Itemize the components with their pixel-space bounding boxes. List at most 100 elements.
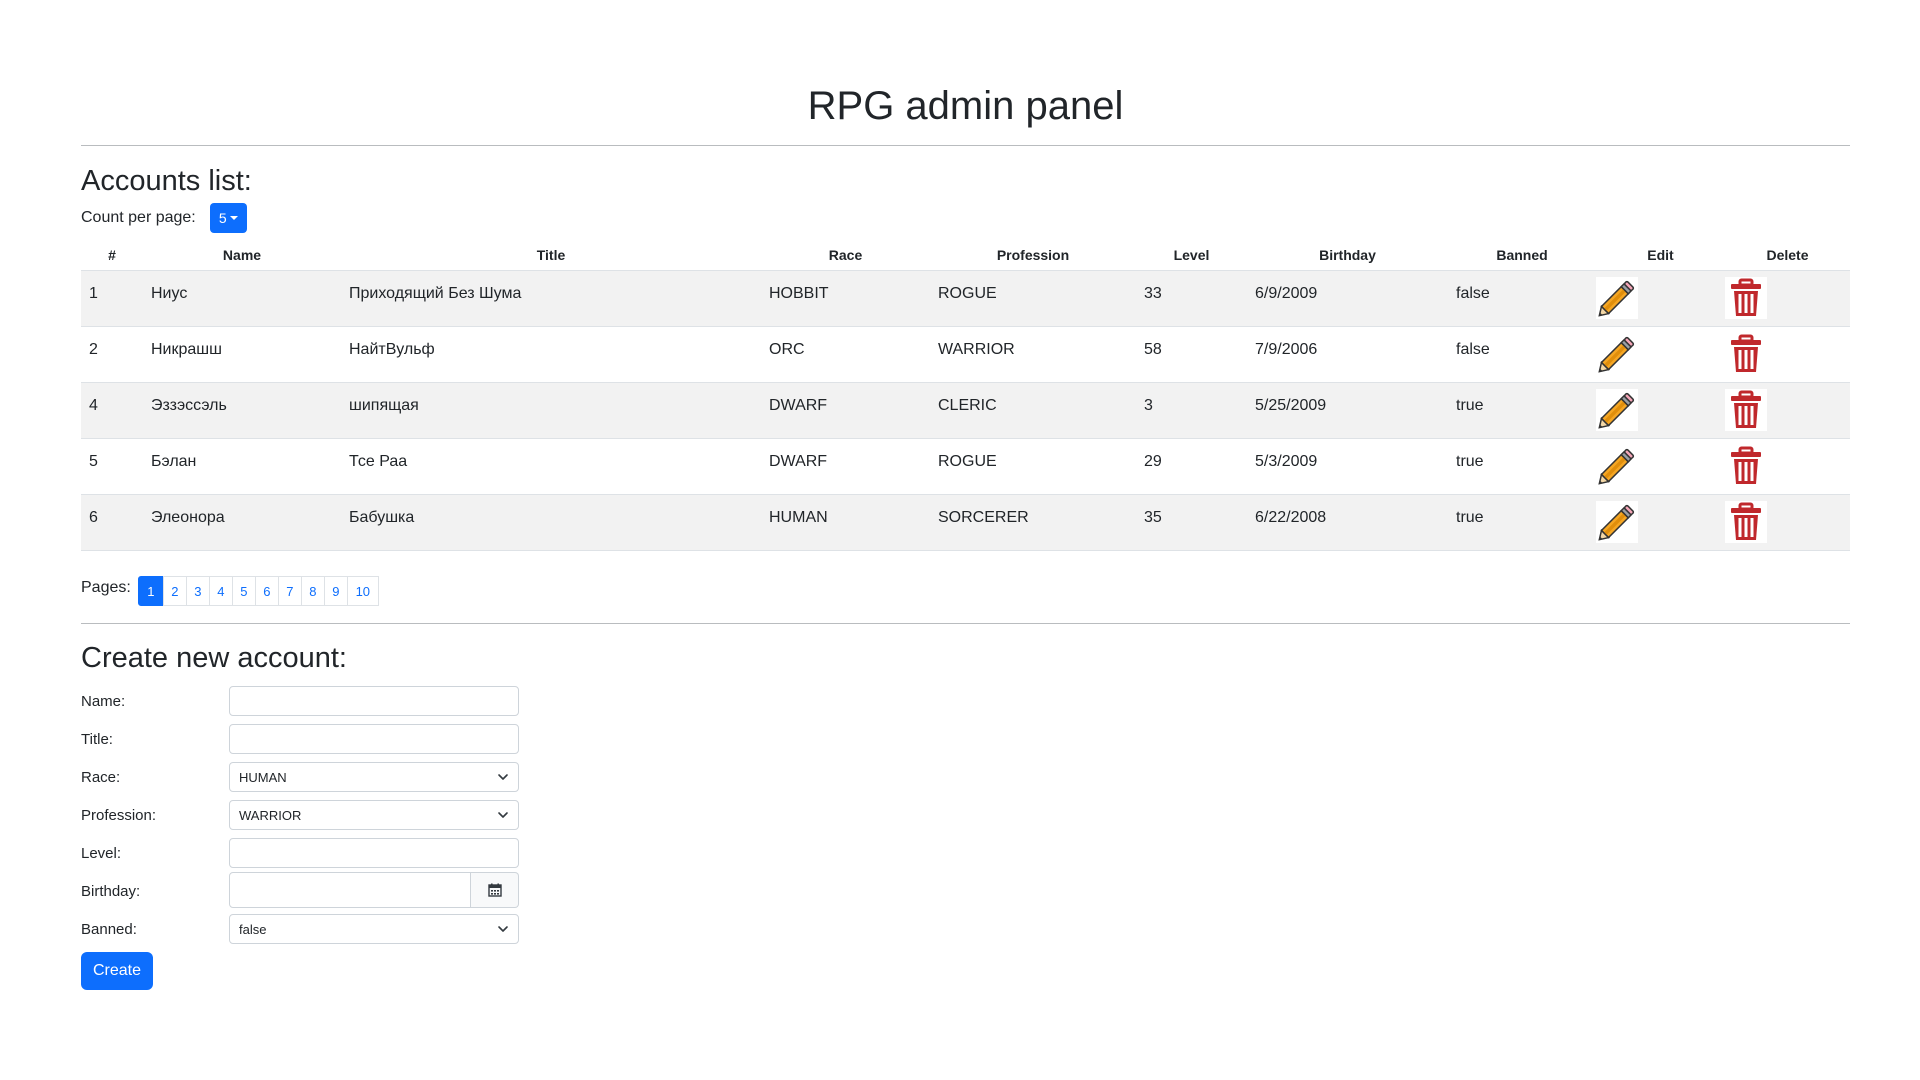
cell-profession: WARRIOR bbox=[930, 326, 1136, 383]
cell-id: 6 bbox=[81, 494, 143, 551]
title-input[interactable] bbox=[229, 724, 519, 754]
cell-name: Ниус bbox=[143, 270, 341, 327]
calendar-icon bbox=[487, 883, 502, 897]
cell-title: Приходящий Без Шума bbox=[341, 270, 761, 327]
birthday-picker bbox=[229, 871, 519, 908]
cell-edit bbox=[1596, 270, 1725, 327]
col-header-title: Title bbox=[341, 240, 761, 271]
trash-icon[interactable] bbox=[1725, 389, 1767, 431]
cell-race: DWARF bbox=[761, 382, 930, 439]
page-button-3[interactable]: 3 bbox=[185, 576, 210, 606]
col-header-banned: Banned bbox=[1448, 240, 1596, 271]
col-header-id: # bbox=[81, 240, 143, 271]
cell-banned: true bbox=[1448, 382, 1596, 439]
pencil-icon[interactable] bbox=[1596, 333, 1638, 375]
profession-select[interactable]: WARRIOR bbox=[229, 800, 519, 830]
form-row-profession: Profession: WARRIOR bbox=[81, 800, 519, 830]
name-label: Name: bbox=[81, 692, 126, 710]
page-button-1[interactable]: 1 bbox=[137, 576, 164, 606]
profession-select-value: WARRIOR bbox=[239, 807, 302, 823]
birthday-label: Birthday: bbox=[81, 882, 141, 900]
cell-id: 1 bbox=[81, 270, 143, 327]
caret-down-icon bbox=[229, 216, 238, 220]
cell-delete bbox=[1725, 270, 1850, 327]
cell-banned: false bbox=[1448, 326, 1596, 383]
birthday-input[interactable] bbox=[229, 871, 471, 908]
name-input[interactable] bbox=[229, 686, 519, 716]
page-button-5[interactable]: 5 bbox=[231, 576, 256, 606]
banned-label: Banned: bbox=[81, 920, 137, 938]
chevron-down-icon bbox=[498, 926, 508, 932]
pencil-icon[interactable] bbox=[1596, 277, 1638, 319]
cell-title: Тсе Раа bbox=[341, 438, 761, 495]
cell-edit bbox=[1596, 494, 1725, 551]
table-row: 2 Никрашш НайтВульф ORC WARRIOR 58 7/9/2… bbox=[81, 326, 1850, 383]
pager: 1 2 3 4 5 6 7 8 9 10 bbox=[137, 576, 379, 606]
race-select-value: HUMAN bbox=[239, 769, 287, 785]
table-row: 6 Элеонора Бабушка HUMAN SORCERER 35 6/2… bbox=[81, 494, 1850, 551]
cell-delete bbox=[1725, 326, 1850, 383]
form-row-level: Level: bbox=[81, 838, 519, 868]
cell-title: шипящая bbox=[341, 382, 761, 439]
race-select[interactable]: HUMAN bbox=[229, 762, 519, 792]
table-row: 4 Эззэссэль шипящая DWARF CLERIC 3 5/25/… bbox=[81, 382, 1850, 439]
cell-level: 3 bbox=[1136, 382, 1247, 439]
cell-race: HOBBIT bbox=[761, 270, 930, 327]
pencil-icon[interactable] bbox=[1596, 389, 1638, 431]
banned-select-value: false bbox=[239, 921, 267, 937]
pencil-icon[interactable] bbox=[1596, 445, 1638, 487]
calendar-button[interactable] bbox=[471, 871, 519, 908]
accounts-table-body: 1 Ниус Приходящий Без Шума HOBBIT ROGUE … bbox=[81, 270, 1850, 551]
level-label: Level: bbox=[81, 844, 122, 862]
form-row-banned: Banned: false bbox=[81, 914, 519, 944]
page-button-4[interactable]: 4 bbox=[208, 576, 233, 606]
cell-banned: false bbox=[1448, 270, 1596, 327]
trash-icon[interactable] bbox=[1725, 277, 1767, 319]
cell-title: НайтВульф bbox=[341, 326, 761, 383]
page-button-10[interactable]: 10 bbox=[346, 576, 379, 606]
chevron-down-icon bbox=[498, 812, 508, 818]
cell-birthday: 5/25/2009 bbox=[1247, 382, 1448, 439]
cell-name: Бэлан bbox=[143, 438, 341, 495]
trash-icon[interactable] bbox=[1725, 333, 1767, 375]
count-per-page: Count per page: 5 bbox=[81, 203, 247, 233]
cell-birthday: 6/22/2008 bbox=[1247, 494, 1448, 551]
table-row: 1 Ниус Приходящий Без Шума HOBBIT ROGUE … bbox=[81, 270, 1850, 327]
title-label: Title: bbox=[81, 730, 113, 748]
form-row-name: Name: bbox=[81, 686, 519, 716]
cell-name: Элеонора bbox=[143, 494, 341, 551]
pencil-icon[interactable] bbox=[1596, 501, 1638, 543]
divider bbox=[81, 623, 1850, 624]
cell-id: 4 bbox=[81, 382, 143, 439]
cell-level: 58 bbox=[1136, 326, 1247, 383]
cell-birthday: 5/3/2009 bbox=[1247, 438, 1448, 495]
page-title: RPG admin panel bbox=[807, 84, 1124, 128]
page-button-6[interactable]: 6 bbox=[254, 576, 279, 606]
cell-birthday: 7/9/2006 bbox=[1247, 326, 1448, 383]
level-input[interactable] bbox=[229, 838, 519, 868]
cell-banned: true bbox=[1448, 494, 1596, 551]
page-button-9[interactable]: 9 bbox=[323, 576, 348, 606]
profession-label: Profession: bbox=[81, 806, 157, 824]
trash-icon[interactable] bbox=[1725, 445, 1767, 487]
race-label: Race: bbox=[81, 768, 121, 786]
page-button-2[interactable]: 2 bbox=[162, 576, 187, 606]
cell-title: Бабушка bbox=[341, 494, 761, 551]
cell-edit bbox=[1596, 438, 1725, 495]
table-header-row: # Name Title Race Profession Level Birth… bbox=[81, 240, 1850, 271]
col-header-delete: Delete bbox=[1725, 240, 1850, 271]
cell-name: Эззэссэль bbox=[143, 382, 341, 439]
count-per-page-dropdown[interactable]: 5 bbox=[209, 203, 247, 233]
cell-level: 29 bbox=[1136, 438, 1247, 495]
cell-race: ORC bbox=[761, 326, 930, 383]
cell-level: 35 bbox=[1136, 494, 1247, 551]
create-button[interactable]: Create bbox=[81, 952, 153, 990]
col-header-name: Name bbox=[143, 240, 341, 271]
page-button-7[interactable]: 7 bbox=[277, 576, 302, 606]
banned-select[interactable]: false bbox=[229, 914, 519, 944]
cell-profession: CLERIC bbox=[930, 382, 1136, 439]
trash-icon[interactable] bbox=[1725, 501, 1767, 543]
cell-edit bbox=[1596, 326, 1725, 383]
cell-delete bbox=[1725, 494, 1850, 551]
page-button-8[interactable]: 8 bbox=[300, 576, 325, 606]
